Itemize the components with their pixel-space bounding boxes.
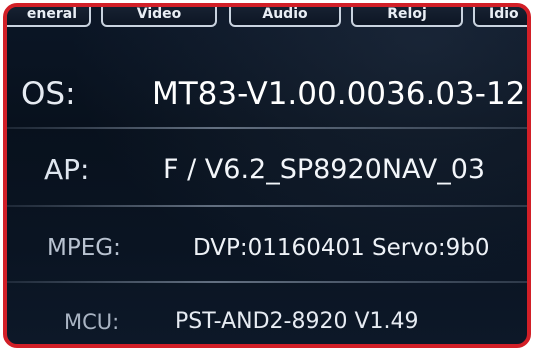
- mpeg-value: DVP:01160401 Servo:9b0: [193, 235, 490, 261]
- tab-general[interactable]: eneral: [7, 7, 91, 27]
- device-screen-frame: eneral Video Audio Reloj Idio OS: MT83-V…: [3, 3, 531, 348]
- row-divider: [7, 205, 527, 207]
- mpeg-label: MPEG:: [47, 235, 121, 261]
- row-divider: [7, 127, 527, 129]
- os-value: MT83-V1.00.0036.03-12I: [152, 76, 531, 112]
- mcu-value: PST-AND2-8920 V1.49: [175, 309, 419, 334]
- tab-audio[interactable]: Audio: [229, 7, 341, 27]
- settings-tab-bar: eneral Video Audio Reloj Idio: [7, 7, 527, 31]
- ap-value: F / V6.2_SP8920NAV_03: [163, 154, 486, 185]
- info-row-ap: AP: F / V6.2_SP8920NAV_03: [7, 137, 527, 203]
- info-row-mcu: MCU: PST-AND2-8920 V1.49: [7, 289, 527, 344]
- tab-idioma[interactable]: Idio: [473, 7, 527, 27]
- info-row-os: OS: MT83-V1.00.0036.03-12I: [7, 61, 527, 127]
- tab-reloj[interactable]: Reloj: [351, 7, 463, 27]
- mcu-label: MCU:: [64, 310, 120, 334]
- tab-video[interactable]: Video: [101, 7, 217, 27]
- ap-label: AP:: [44, 153, 90, 186]
- row-divider: [7, 281, 527, 283]
- info-row-mpeg: MPEG: DVP:01160401 Servo:9b0: [7, 215, 527, 281]
- os-label: OS:: [21, 76, 76, 112]
